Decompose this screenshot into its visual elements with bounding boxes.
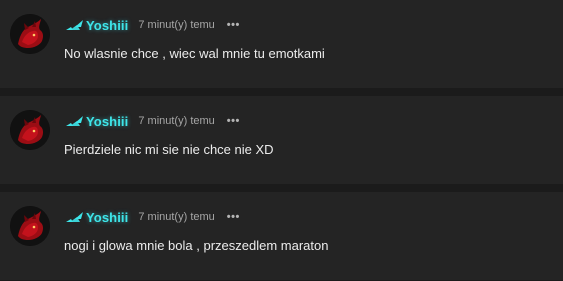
comment-card: Yoshiii 7 minut(y) temu ••• No wlasnie c… (0, 0, 563, 88)
avatar[interactable] (10, 110, 50, 150)
more-options-icon[interactable]: ••• (227, 19, 240, 31)
rank-badge-icon (66, 116, 83, 126)
more-options-icon[interactable]: ••• (227, 211, 240, 223)
red-dragon-avatar-icon (10, 14, 50, 54)
username[interactable]: Yoshiii (86, 18, 128, 33)
red-dragon-avatar-icon (10, 206, 50, 246)
comment-text: Pierdziele nic mi sie nie chce nie XD (64, 142, 274, 157)
comment-timestamp: 7 minut(y) temu (138, 19, 215, 31)
username[interactable]: Yoshiii (86, 114, 128, 129)
rank-badge-icon (66, 20, 83, 30)
avatar[interactable] (10, 206, 50, 246)
comment-text: nogi i glowa mnie bola , przeszedlem mar… (64, 238, 329, 253)
more-options-icon[interactable]: ••• (227, 115, 240, 127)
comment-header: Yoshiii 7 minut(y) temu ••• (64, 16, 240, 34)
red-dragon-avatar-icon (10, 110, 50, 150)
comment-card: Yoshiii 7 minut(y) temu ••• nogi i glowa… (0, 192, 563, 280)
username[interactable]: Yoshiii (86, 210, 128, 225)
comment-header: Yoshiii 7 minut(y) temu ••• (64, 112, 240, 130)
comment-text: No wlasnie chce , wiec wal mnie tu emotk… (64, 46, 325, 61)
comment-header: Yoshiii 7 minut(y) temu ••• (64, 208, 240, 226)
comment-timestamp: 7 minut(y) temu (138, 115, 215, 127)
avatar[interactable] (10, 14, 50, 54)
comment-timestamp: 7 minut(y) temu (138, 211, 215, 223)
comment-card: Yoshiii 7 minut(y) temu ••• Pierdziele n… (0, 96, 563, 184)
rank-badge-icon (66, 212, 83, 222)
comment-feed: Yoshiii 7 minut(y) temu ••• No wlasnie c… (0, 0, 563, 281)
